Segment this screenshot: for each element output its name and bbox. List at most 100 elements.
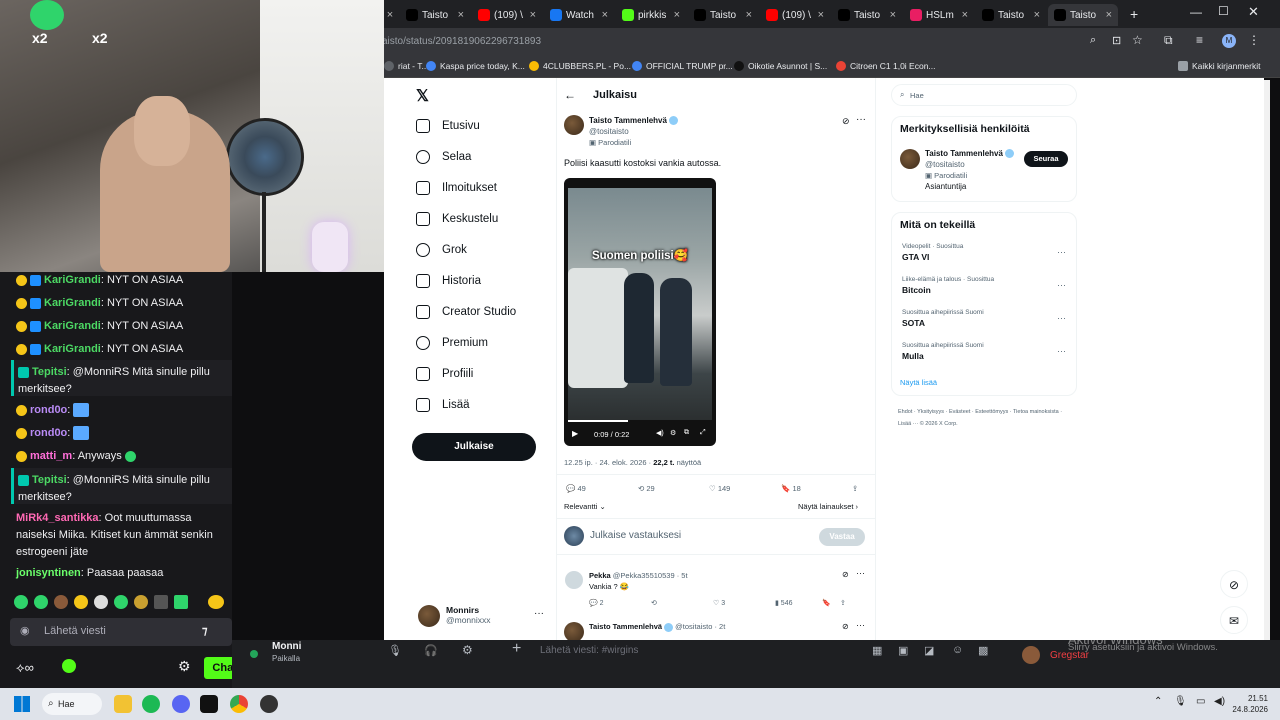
chat-username[interactable]: Tepitsi bbox=[32, 474, 67, 486]
back-arrow-icon[interactable]: ← bbox=[564, 88, 576, 102]
member-avatar[interactable] bbox=[1022, 646, 1040, 664]
tab-close-icon[interactable]: × bbox=[890, 9, 896, 21]
repost-action[interactable]: ⟲ bbox=[651, 599, 657, 607]
volume-icon[interactable]: ◀) bbox=[656, 429, 664, 437]
bookmark-item[interactable]: OFFICIAL TRUMP pr... bbox=[632, 61, 733, 71]
post-button[interactable]: Julkaise bbox=[412, 433, 536, 461]
mic-tray-icon[interactable]: 🎙 bbox=[1174, 696, 1187, 707]
emote-icon[interactable] bbox=[54, 595, 68, 609]
show-more-link[interactable]: Näytä lisää bbox=[900, 378, 937, 387]
emote-icon[interactable] bbox=[208, 595, 224, 609]
bookmark-action[interactable]: 🔖 bbox=[822, 599, 831, 607]
grok-float-icon[interactable]: ⊘ bbox=[1220, 570, 1248, 598]
network-icon[interactable]: ▭ bbox=[1196, 696, 1205, 707]
bookmark-item[interactable]: 4CLUBBERS.PL - Po... bbox=[529, 61, 631, 71]
author-handle[interactable]: @tositaisto bbox=[589, 127, 629, 136]
spotify-icon[interactable] bbox=[142, 695, 160, 713]
chat-settings-icon[interactable]: ⚙ bbox=[178, 658, 191, 675]
bookmark-item[interactable]: riat - T... bbox=[384, 61, 429, 71]
emoji-icon[interactable]: ☺ bbox=[952, 644, 963, 656]
footer-links[interactable]: Ehdot · Yksityisyys · Evästeet · Esteett… bbox=[898, 406, 1074, 430]
nav-ilmoitukset[interactable]: Ilmoitukset bbox=[416, 181, 497, 195]
discord-icon[interactable] bbox=[172, 695, 190, 713]
trend-item[interactable]: Videopelit · Suosittua GTA VI bbox=[902, 243, 963, 262]
settings-icon[interactable]: ⚙ bbox=[670, 429, 676, 437]
chat-username[interactable]: rond0o bbox=[30, 404, 67, 416]
chat-username[interactable]: matti_m bbox=[30, 450, 72, 462]
apps-icon[interactable]: ▩ bbox=[978, 644, 988, 657]
grok-icon[interactable]: ⊘ bbox=[842, 622, 849, 631]
file-explorer-icon[interactable] bbox=[114, 695, 132, 713]
add-attachment-icon[interactable]: + bbox=[512, 640, 521, 658]
points-icon[interactable]: ⟡∞ bbox=[16, 660, 34, 676]
clock[interactable]: 21.51 24.8.2026 bbox=[1232, 693, 1268, 715]
follow-button[interactable]: Seuraa bbox=[1024, 151, 1068, 167]
install-icon[interactable]: ⊡ bbox=[1112, 34, 1121, 47]
star-icon[interactable]: ☆ bbox=[1132, 33, 1143, 47]
emote-icon[interactable] bbox=[134, 595, 148, 609]
browser-tab[interactable]: Taisto × bbox=[832, 4, 902, 26]
grok-icon[interactable]: ⊘ bbox=[842, 570, 849, 579]
volume-tray-icon[interactable]: ◀) bbox=[1214, 696, 1225, 707]
browser-tab[interactable]: Taisto × bbox=[688, 4, 758, 26]
windows-start-icon[interactable] bbox=[14, 696, 30, 712]
profile-avatar[interactable]: M bbox=[1222, 34, 1236, 48]
url-field[interactable]: aisto/status/2091819062296731893 bbox=[382, 33, 1032, 51]
discord-settings-icon[interactable]: ⚙ bbox=[462, 643, 473, 657]
reply-button[interactable]: Vastaa bbox=[819, 528, 865, 546]
taskbar-search[interactable]: ⌕ Hae bbox=[42, 693, 102, 715]
browser-tab[interactable]: Taisto × bbox=[1048, 4, 1118, 26]
trend-more-icon[interactable]: ··· bbox=[1057, 247, 1066, 257]
tab-close-icon[interactable]: × bbox=[674, 9, 680, 21]
chat-username[interactable]: MiRk4_santikka bbox=[16, 512, 99, 524]
reply-input[interactable]: Julkaise vastauksesi bbox=[590, 530, 681, 541]
messages-float-icon[interactable]: ✉ bbox=[1220, 606, 1248, 634]
new-tab-icon[interactable]: + bbox=[1130, 6, 1138, 22]
trend-item[interactable]: Suosittua aihepiirissä Suomi SOTA bbox=[902, 309, 984, 328]
x-logo-icon[interactable]: 𝕏 bbox=[416, 86, 429, 106]
obs-icon[interactable] bbox=[260, 695, 278, 713]
reply-action[interactable]: 💬 2 bbox=[589, 599, 604, 607]
nav-etusivu[interactable]: Etusivu bbox=[416, 119, 480, 133]
nav-profiili[interactable]: Profiili bbox=[416, 367, 473, 381]
trend-more-icon[interactable]: ··· bbox=[1057, 313, 1066, 323]
chat-username[interactable]: Tepitsi bbox=[32, 366, 67, 378]
bookmark-item[interactable]: Citroen C1 1,0i Econ... bbox=[836, 61, 936, 71]
author-avatar[interactable] bbox=[564, 115, 584, 135]
tab-close-icon[interactable]: × bbox=[962, 9, 968, 21]
minimize-icon[interactable]: — bbox=[1190, 5, 1202, 19]
gift-icon[interactable]: ▦ bbox=[872, 644, 882, 657]
video-progress[interactable] bbox=[568, 420, 628, 422]
chrome-icon[interactable] bbox=[230, 695, 248, 713]
bookmark-item[interactable]: Oikotie Asunnot | S... bbox=[734, 61, 827, 71]
zoom-icon[interactable]: ⌕ bbox=[1090, 34, 1096, 47]
chat-username[interactable]: KariGrandi bbox=[44, 297, 101, 309]
chat-username[interactable]: KariGrandi bbox=[44, 343, 101, 355]
sticker-icon[interactable]: ◪ bbox=[924, 644, 934, 657]
close-window-icon[interactable]: ✕ bbox=[1248, 4, 1259, 20]
emote-icon[interactable] bbox=[114, 595, 128, 609]
search-input[interactable]: Hae bbox=[910, 91, 924, 100]
headphones-icon[interactable]: 🎧 bbox=[424, 644, 438, 657]
page-scrollbar[interactable] bbox=[1264, 80, 1270, 640]
kick-icon[interactable] bbox=[62, 659, 76, 673]
nav-premium[interactable]: Premium bbox=[416, 336, 488, 350]
browser-tab[interactable]: HSLm × bbox=[904, 4, 974, 26]
all-bookmarks[interactable]: Kaikki kirjanmerkit bbox=[1178, 61, 1261, 71]
trend-more-icon[interactable]: ··· bbox=[1057, 346, 1066, 356]
chat-username[interactable]: KariGrandi bbox=[44, 320, 101, 332]
x-app-icon[interactable] bbox=[200, 695, 218, 713]
play-icon[interactable]: ▶ bbox=[572, 429, 578, 438]
grok-icon[interactable]: ⊘ bbox=[842, 116, 850, 127]
tray-chevron-icon[interactable]: ⌃ bbox=[1154, 696, 1162, 707]
search-box[interactable]: ⌕ Hae bbox=[891, 84, 1077, 106]
emote-icon[interactable] bbox=[14, 595, 28, 609]
nav-historia[interactable]: Historia bbox=[416, 274, 481, 288]
nav-lis-[interactable]: Lisää bbox=[416, 398, 470, 412]
browser-tab[interactable]: Watch × bbox=[544, 4, 614, 26]
browser-tab[interactable]: Taisto × bbox=[976, 4, 1046, 26]
video-player[interactable]: Suomen poliisi🥰 ▶ 0:09 / 0:22 ◀) ⚙ ⧉ ⤢ bbox=[564, 178, 716, 446]
like-action[interactable]: ♡ 3 bbox=[713, 599, 725, 607]
browser-tab[interactable]: (109) \ × bbox=[472, 4, 542, 26]
quotes-link[interactable]: Näytä lainaukset › bbox=[798, 502, 858, 511]
